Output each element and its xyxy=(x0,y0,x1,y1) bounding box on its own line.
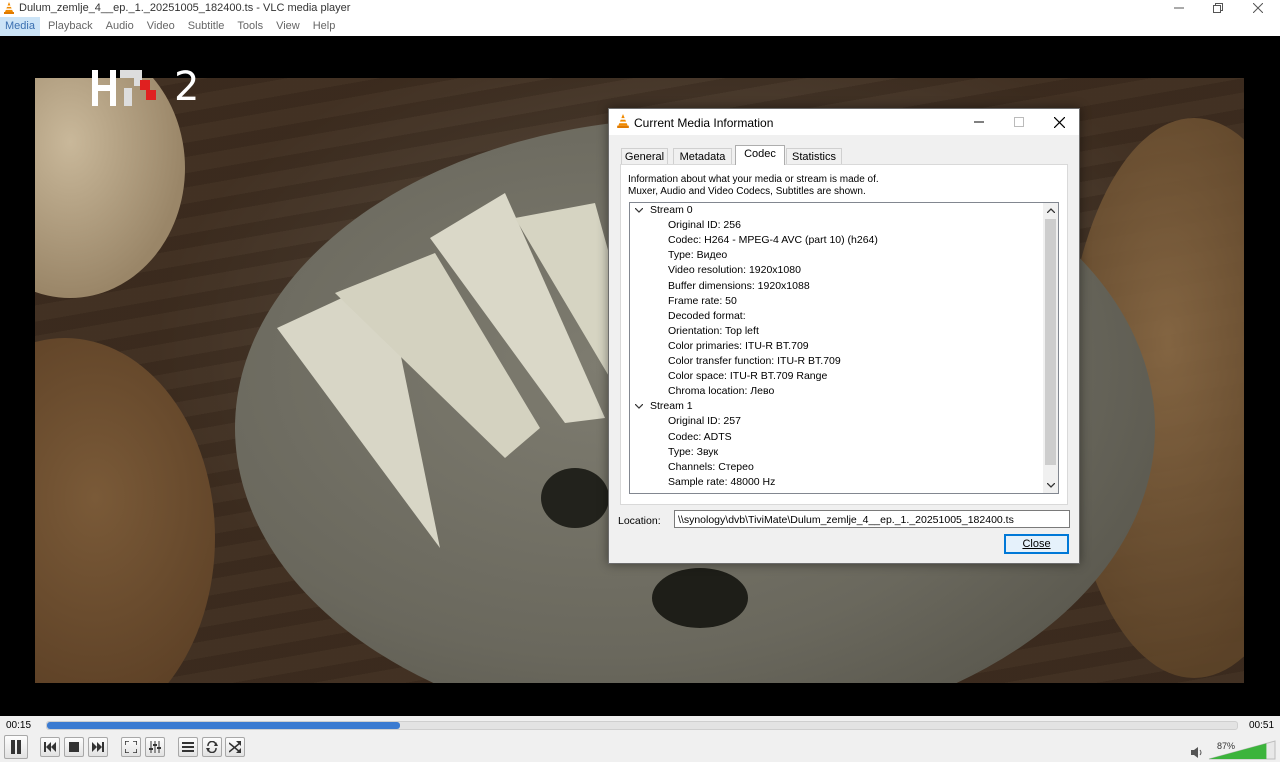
tree-field-row[interactable]: Color transfer function: ITU-R BT.709 xyxy=(668,354,841,369)
window-title: Dulum_zemlje_4__ep._1._20251005_182400.t… xyxy=(19,2,351,14)
menu-playback[interactable]: Playback xyxy=(43,17,98,36)
restore-icon xyxy=(1213,3,1223,13)
codec-description: Information about what your media or str… xyxy=(628,174,879,198)
volume-slider[interactable] xyxy=(1208,740,1276,760)
tree-field-row[interactable]: Codec: H264 - MPEG-4 AVC (part 10) (h264… xyxy=(668,233,878,248)
volume-slider-fill xyxy=(1209,743,1267,759)
seek-slider[interactable] xyxy=(46,721,1238,730)
minimize-button[interactable] xyxy=(1159,0,1199,16)
dialog-title-bar: Current Media Information xyxy=(609,109,1079,135)
tree-field-row[interactable]: Original ID: 256 xyxy=(668,218,741,233)
playlist-icon xyxy=(182,742,194,752)
channel-number: 2 xyxy=(174,64,200,110)
close-icon xyxy=(1053,116,1065,128)
close-window-button[interactable] xyxy=(1238,0,1278,16)
progress-row: 00:15 00:51 xyxy=(0,716,1280,734)
tree-field-row[interactable]: Orientation: Top left xyxy=(668,324,759,339)
next-button[interactable] xyxy=(88,737,108,757)
menu-view[interactable]: View xyxy=(271,17,305,36)
time-elapsed: 00:15 xyxy=(6,720,32,731)
chevron-down-icon[interactable] xyxy=(634,203,644,218)
fullscreen-icon xyxy=(125,741,137,753)
tab-metadata[interactable]: Metadata xyxy=(673,148,732,164)
tree-stream-row[interactable]: Stream 0 xyxy=(650,203,693,218)
location-field[interactable]: \\synology\dvb\TiviMate\Dulum_zemlje_4__… xyxy=(674,510,1070,528)
seek-slider-fill xyxy=(47,722,400,729)
shuffle-button[interactable] xyxy=(225,737,245,757)
menu-help[interactable]: Help xyxy=(308,17,341,36)
pause-icon xyxy=(11,740,21,754)
dialog-maximize-button xyxy=(1004,113,1034,131)
tree-field-row[interactable]: Type: Звук xyxy=(668,445,718,460)
loop-button[interactable] xyxy=(202,737,222,757)
scroll-up-button[interactable] xyxy=(1043,203,1058,218)
dialog-close-x-button[interactable] xyxy=(1044,113,1074,131)
dialog-minimize-button[interactable] xyxy=(964,113,994,131)
maximize-icon xyxy=(1014,117,1024,127)
tree-field-row[interactable]: Type: Видео xyxy=(668,248,727,263)
playlist-button[interactable] xyxy=(178,737,198,757)
restore-button[interactable] xyxy=(1198,0,1238,16)
pause-button[interactable] xyxy=(4,735,28,759)
menu-media[interactable]: Media xyxy=(0,17,40,36)
media-info-dialog: Current Media Information General Metada… xyxy=(608,108,1080,564)
menu-subtitle[interactable]: Subtitle xyxy=(183,17,230,36)
previous-button[interactable] xyxy=(40,737,60,757)
codec-tree[interactable]: Stream 0 Original ID: 256 Codec: H264 - MP… xyxy=(629,202,1059,494)
close-button[interactable]: Close xyxy=(1004,534,1069,554)
location-label: Location: xyxy=(618,515,661,527)
control-bar: 87% xyxy=(0,734,1280,762)
fullscreen-button[interactable] xyxy=(121,737,141,757)
channel-logo: 2 xyxy=(90,64,202,115)
chevron-down-icon[interactable] xyxy=(634,399,644,414)
tree-field-row[interactable]: Decoded format: xyxy=(668,309,746,324)
chevron-down-icon xyxy=(1046,483,1055,488)
extended-settings-icon xyxy=(149,741,161,753)
title-bar: Dulum_zemlje_4__ep._1._20251005_182400.t… xyxy=(0,0,1280,17)
tree-stream-row[interactable]: Stream 1 xyxy=(650,399,693,414)
chevron-up-icon xyxy=(1046,208,1055,213)
tree-field-row[interactable]: Color space: ITU-R BT.709 Range xyxy=(668,369,827,384)
tree-field-row[interactable]: Video resolution: 1920x1080 xyxy=(668,263,801,278)
dialog-title: Current Media Information xyxy=(634,116,774,130)
previous-icon xyxy=(44,742,56,752)
codec-pane: Information about what your media or str… xyxy=(620,164,1068,505)
vlc-cone-icon xyxy=(616,114,630,131)
tab-general[interactable]: General xyxy=(621,148,668,164)
tree-field-row[interactable]: Buffer dimensions: 1920x1088 xyxy=(668,279,810,294)
tree-field-row[interactable]: Channels: Стерео xyxy=(668,460,754,475)
tree-field-row[interactable]: Original ID: 257 xyxy=(668,414,741,429)
description-line-2: Muxer, Audio and Video Codecs, Subtitles… xyxy=(628,186,866,197)
vlc-cone-icon xyxy=(3,2,15,17)
extended-settings-button[interactable] xyxy=(145,737,165,757)
close-button-label: Close xyxy=(1022,538,1051,550)
tree-scrollbar[interactable] xyxy=(1043,203,1058,493)
tab-statistics[interactable]: Statistics xyxy=(786,148,842,164)
description-line-1: Information about what your media or str… xyxy=(628,174,879,185)
stop-button[interactable] xyxy=(64,737,84,757)
next-icon xyxy=(92,742,104,752)
speaker-icon xyxy=(1191,747,1202,758)
tree-field-row[interactable]: Color primaries: ITU-R BT.709 xyxy=(668,339,809,354)
shuffle-icon xyxy=(229,741,241,753)
menu-video[interactable]: Video xyxy=(142,17,180,36)
close-icon xyxy=(1253,3,1263,13)
minimize-icon xyxy=(974,121,984,123)
tab-codec[interactable]: Codec xyxy=(735,145,785,165)
menu-bar: Media Playback Audio Video Subtitle Tool… xyxy=(0,17,1280,36)
tree-field-row[interactable]: Chroma location: Лево xyxy=(668,384,774,399)
tree-field-row[interactable]: Codec: ADTS xyxy=(668,430,732,445)
minimize-icon xyxy=(1174,7,1184,9)
scroll-thumb[interactable] xyxy=(1045,219,1056,465)
stop-icon xyxy=(69,742,79,752)
loop-icon xyxy=(206,741,218,753)
tree-field-row[interactable]: Sample rate: 48000 Hz xyxy=(668,475,775,490)
tree-field-row[interactable]: Frame rate: 50 xyxy=(668,294,737,309)
menu-audio[interactable]: Audio xyxy=(101,17,139,36)
speaker-button[interactable] xyxy=(1191,747,1203,761)
time-total: 00:51 xyxy=(1249,720,1275,731)
menu-tools[interactable]: Tools xyxy=(232,17,268,36)
scroll-down-button[interactable] xyxy=(1043,478,1058,493)
